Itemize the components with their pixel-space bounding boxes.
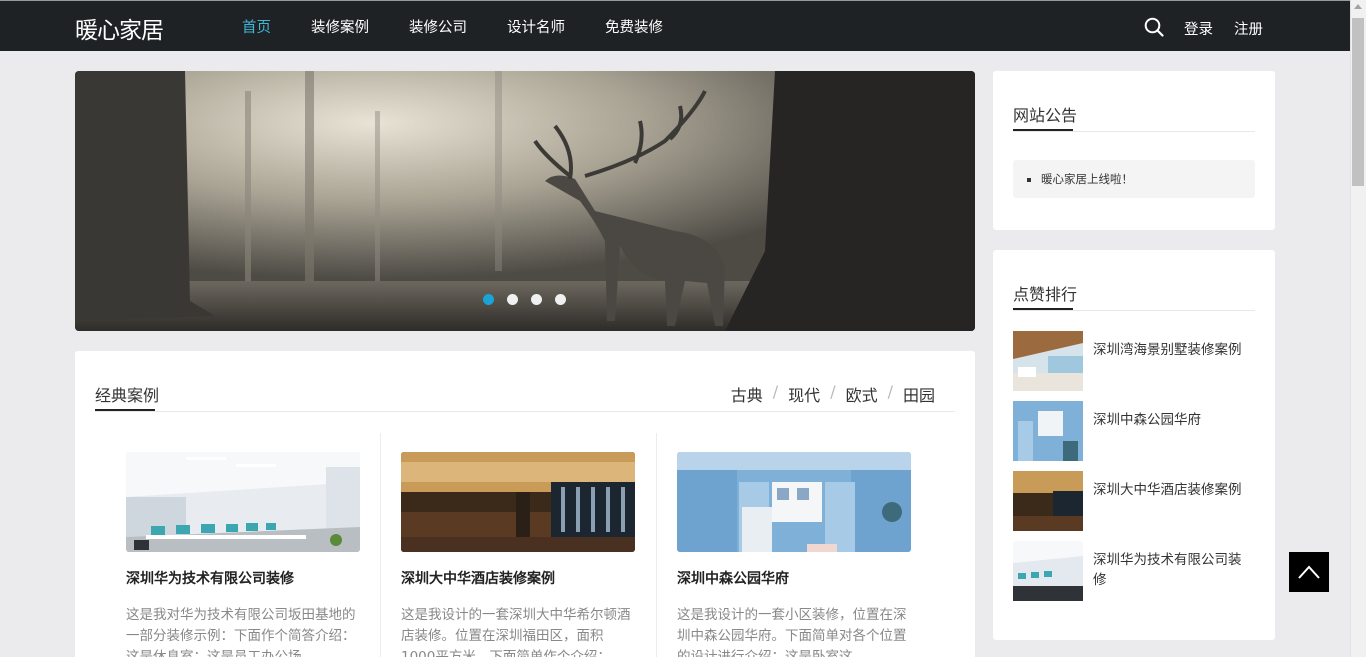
- ranking-title: 点赞排行: [1013, 285, 1078, 304]
- main-nav: 首页 装修案例 装修公司 设计名师 免费装修: [242, 1, 703, 52]
- case-description: 这是我设计的一套小区装修，位置在深圳中森公园华府。下面简单对各个位置的设计进行介…: [677, 607, 907, 657]
- top-navbar: 暖心家居 首页 装修案例 装修公司 设计名师 免费装修 登录 注册: [0, 0, 1350, 51]
- notice-item[interactable]: 暖心家居上线啦！: [1041, 172, 1133, 186]
- title-underline: [1013, 129, 1073, 131]
- nav-item-free-decoration[interactable]: 免费装修: [605, 16, 663, 37]
- filter-pastoral[interactable]: 田园: [903, 382, 935, 406]
- cases-title: 经典案例: [95, 386, 160, 405]
- ranking-item[interactable]: 深圳湾海景别墅装修案例: [1013, 331, 1263, 391]
- ranking-item-title[interactable]: 深圳大中华酒店装修案例: [1093, 480, 1253, 500]
- case-title[interactable]: 深圳华为技术有限公司装修: [126, 568, 360, 588]
- title-underline: [95, 409, 155, 411]
- column-divider: [380, 433, 381, 657]
- case-card[interactable]: 深圳华为技术有限公司装修 这是我对华为技术有限公司坂田基地的一部分装修示例：下面…: [126, 452, 360, 657]
- classic-cases-panel: 经典案例 古典 / 现代 / 欧式 / 田园 深圳华为技术有限公司装修 这是我对…: [75, 351, 975, 657]
- carousel-dot-1[interactable]: [483, 294, 494, 305]
- carousel-dot-3[interactable]: [531, 294, 542, 305]
- title-divider: [1013, 310, 1255, 311]
- ranking-item[interactable]: 深圳中森公园华府: [1013, 401, 1263, 461]
- filter-european[interactable]: 欧式: [846, 382, 878, 406]
- case-card[interactable]: 深圳中森公园华府 这是我设计的一套小区装修，位置在深圳中森公园华府。下面简单对各…: [677, 452, 911, 657]
- nav-item-cases[interactable]: 装修案例: [311, 16, 369, 37]
- case-image-hotel[interactable]: [401, 452, 635, 552]
- filter-modern[interactable]: 现代: [788, 382, 820, 406]
- register-link[interactable]: 注册: [1234, 18, 1263, 39]
- site-logo[interactable]: 暖心家居: [75, 11, 164, 45]
- ranking-item[interactable]: 深圳华为技术有限公司装修: [1013, 541, 1263, 601]
- nav-item-companies[interactable]: 装修公司: [409, 16, 467, 37]
- column-divider: [656, 433, 657, 657]
- case-description: 这是我对华为技术有限公司坂田基地的一部分装修示例：下面作个简答介绍：这是休息室；…: [126, 607, 356, 657]
- ranking-item-title[interactable]: 深圳湾海景别墅装修案例: [1093, 340, 1253, 360]
- case-description: 这是我设计的一套深圳大中华希尔顿酒店装修。位置在深圳福田区，面积1000平方米，…: [401, 607, 631, 657]
- site-notice-panel: 网站公告 暖心家居上线啦！: [993, 71, 1275, 230]
- banner-carousel[interactable]: [75, 71, 975, 331]
- filter-separator: /: [887, 382, 893, 401]
- login-link[interactable]: 登录: [1184, 18, 1213, 39]
- case-style-filters: 古典 / 现代 / 欧式 / 田园: [731, 382, 935, 406]
- back-to-top-button[interactable]: [1289, 552, 1329, 592]
- case-card[interactable]: 深圳大中华酒店装修案例 这是我设计的一套深圳大中华希尔顿酒店装修。位置在深圳福田…: [401, 452, 635, 657]
- notice-title: 网站公告: [1013, 106, 1078, 125]
- banner-image: [75, 71, 975, 331]
- title-divider: [95, 411, 955, 412]
- ranking-thumbnail[interactable]: [1013, 331, 1083, 391]
- scrollbar-thumb[interactable]: [1352, 18, 1364, 186]
- likes-ranking-panel: 点赞排行 深圳湾海景别墅装修案例 深圳中森公园华府 深圳大中华酒店装修案例 深圳…: [993, 250, 1275, 640]
- case-title[interactable]: 深圳大中华酒店装修案例: [401, 568, 635, 588]
- case-title[interactable]: 深圳中森公园华府: [677, 568, 911, 588]
- filter-separator: /: [830, 382, 836, 401]
- filter-separator: /: [772, 382, 779, 401]
- bullet-icon: [1027, 177, 1031, 182]
- carousel-dot-2[interactable]: [507, 294, 518, 305]
- case-image-bedroom[interactable]: [677, 452, 911, 552]
- carousel-dot-4[interactable]: [555, 294, 566, 305]
- ranking-item-title[interactable]: 深圳华为技术有限公司装修: [1093, 550, 1253, 590]
- nav-item-home[interactable]: 首页: [242, 16, 271, 37]
- ranking-thumbnail[interactable]: [1013, 541, 1083, 601]
- chevron-up-icon: [1298, 565, 1320, 579]
- ranking-item[interactable]: 深圳大中华酒店装修案例: [1013, 471, 1263, 531]
- filter-classical[interactable]: 古典: [731, 382, 763, 406]
- search-icon[interactable]: [1144, 17, 1164, 37]
- notice-list: 暖心家居上线啦！: [1013, 160, 1255, 198]
- title-underline: [1013, 308, 1073, 310]
- ranking-thumbnail[interactable]: [1013, 471, 1083, 531]
- ranking-item-title[interactable]: 深圳中森公园华府: [1093, 410, 1253, 430]
- title-divider: [1013, 131, 1255, 132]
- case-image-office[interactable]: [126, 452, 360, 552]
- ranking-thumbnail[interactable]: [1013, 401, 1083, 461]
- nav-item-designers[interactable]: 设计名师: [507, 16, 565, 37]
- scroll-up-arrow-icon[interactable]: [1354, 4, 1362, 9]
- carousel-dots: [483, 294, 579, 305]
